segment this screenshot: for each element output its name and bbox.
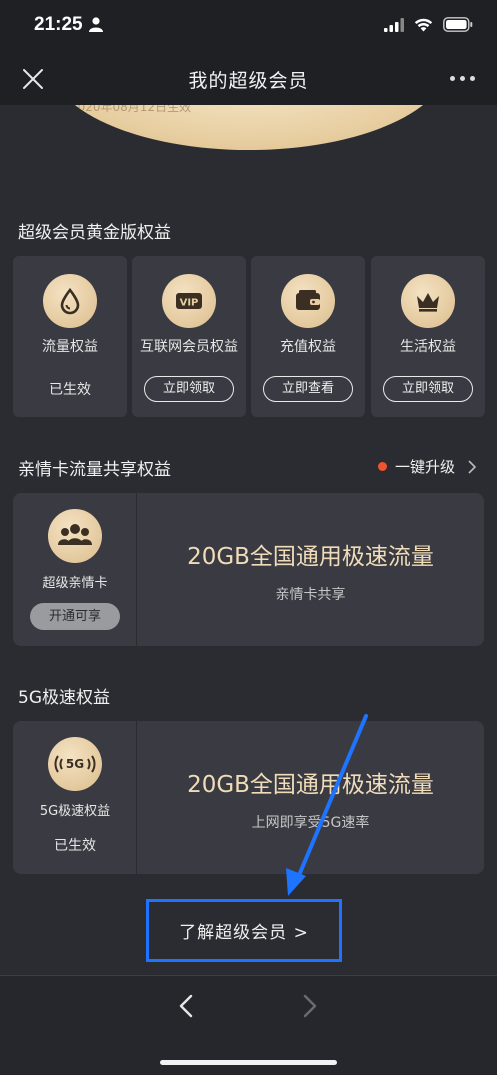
water-drop-icon: [43, 274, 97, 328]
learn-more-button[interactable]: 了解超级会员 >: [146, 899, 342, 962]
benefit-card-lifestyle[interactable]: 生活权益 立即领取: [371, 256, 485, 417]
chevron-right-icon: [468, 459, 477, 474]
fiveg-title: 5G极速权益: [18, 688, 110, 708]
activate-pill[interactable]: 开通可享: [30, 603, 120, 630]
crown-icon: [401, 274, 455, 328]
forward-arrow-icon[interactable]: [298, 994, 320, 1018]
bottom-toolbar: [0, 975, 497, 1075]
status-time: 21:25: [34, 14, 83, 35]
status-bar: 21:25: [0, 0, 497, 52]
view-button[interactable]: 立即查看: [263, 376, 353, 402]
benefit-card-internet-vip[interactable]: VIP 互联网会员权益 立即领取: [132, 256, 246, 417]
more-icon[interactable]: [450, 76, 475, 81]
fiveg-card-label: 5G极速权益: [39, 804, 111, 819]
claim-button[interactable]: 立即领取: [144, 376, 234, 402]
home-indicator[interactable]: [160, 1060, 337, 1065]
navbar: 我的超级会员: [0, 52, 497, 105]
notification-dot: [377, 462, 387, 471]
family-card-headline: 20GB全国通用极速流量: [187, 544, 434, 570]
benefit-status: 已生效: [49, 382, 91, 398]
benefit-label: 生活权益: [400, 339, 456, 355]
upgrade-link[interactable]: 一键升级: [377, 456, 477, 477]
person-icon: [89, 17, 103, 32]
family-card[interactable]: 超级亲情卡 开通可享 20GB全国通用极速流量 亲情卡共享: [13, 493, 484, 646]
fiveg-icon: 5G: [48, 737, 102, 791]
family-share-title: 亲情卡流量共享权益: [18, 460, 171, 480]
page-title: 我的超级会员: [188, 70, 309, 92]
fiveg-card-left: 5G 5G极速权益 已生效: [13, 721, 137, 874]
vip-icon: VIP: [162, 274, 216, 328]
battery-icon: [443, 17, 473, 32]
benefit-label: 充值权益: [280, 339, 336, 355]
family-card-subtext: 亲情卡共享: [275, 587, 346, 603]
wallet-icon: [281, 274, 335, 328]
signal-icon: [384, 17, 404, 32]
benefit-label: 互联网会员权益: [140, 339, 238, 355]
claim-button[interactable]: 立即领取: [383, 376, 473, 402]
benefit-label: 流量权益: [42, 339, 98, 355]
family-icon: [48, 509, 102, 563]
svg-text:VIP: VIP: [180, 298, 199, 309]
benefit-card-data[interactable]: 流量权益 已生效: [13, 256, 127, 417]
fiveg-card-subtext: 上网即享受5G速率: [251, 815, 370, 831]
family-card-left: 超级亲情卡 开通可享: [13, 493, 137, 646]
family-card-label: 超级亲情卡: [42, 576, 108, 591]
fiveg-icon-text: 5G: [66, 757, 84, 771]
wifi-icon: [414, 18, 433, 31]
back-arrow-icon[interactable]: [176, 994, 198, 1018]
gold-benefits-title: 超级会员黄金版权益: [18, 223, 171, 243]
fiveg-card-headline: 20GB全国通用极速流量: [187, 772, 434, 798]
benefit-card-recharge[interactable]: 充值权益 立即查看: [251, 256, 365, 417]
fiveg-card[interactable]: 5G 5G极速权益 已生效 20GB全国通用极速流量 上网即享受5G速率: [13, 721, 484, 874]
upgrade-label: 一键升级: [394, 458, 455, 476]
fiveg-card-status: 已生效: [54, 838, 96, 854]
